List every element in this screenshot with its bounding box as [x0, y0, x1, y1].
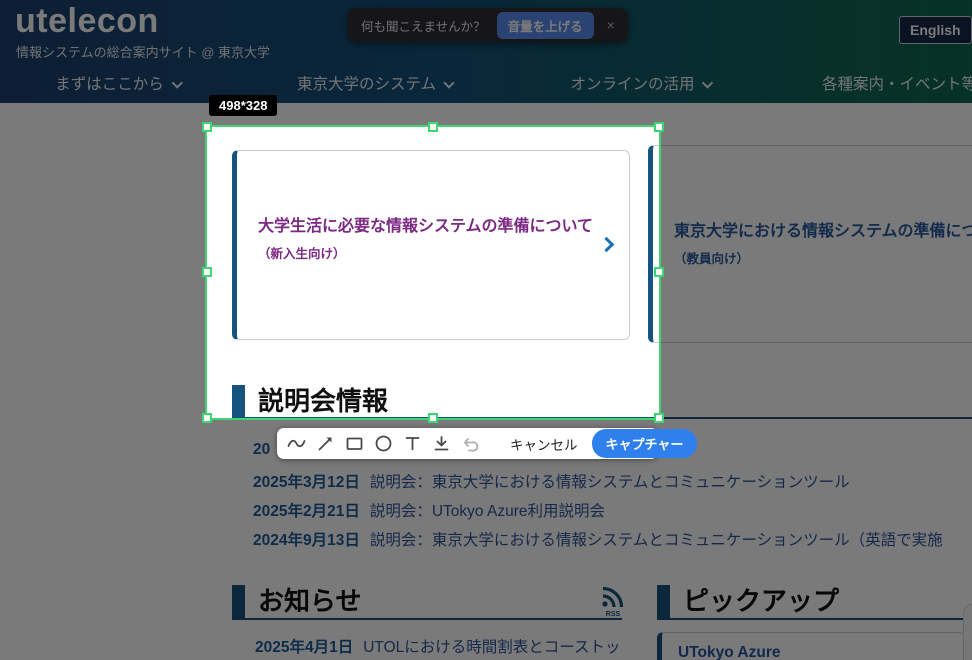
pickup-heading: ピックアップ — [683, 581, 839, 618]
session-link: 説明会：東京大学における情報システムとコミュニケーションツール — [370, 474, 850, 491]
nav-item-label: 東京大学のシステム — [297, 76, 436, 93]
chevron-down-icon — [702, 77, 713, 88]
rss-icon[interactable]: RSS — [600, 586, 626, 618]
heading-accent-bar — [657, 585, 670, 618]
session-list-item[interactable]: 2024年9月13日説明会：東京大学における情報システムとコミュニケーションツー… — [253, 528, 943, 550]
card-faculty[interactable]: 東京大学における情報システムの準備について （教員向け） — [648, 145, 972, 343]
pickup-card-utokyo-azure[interactable]: UTokyo Azure — [657, 632, 965, 660]
card-audience-label: （教員向け） — [674, 252, 749, 266]
nav-item-first-steps[interactable]: まずはここから — [55, 72, 181, 94]
rectangle-icon[interactable] — [345, 434, 364, 453]
selection-handle-top-right[interactable] — [654, 122, 664, 132]
card-title-text: 東京大学における情報システムの準備について — [674, 223, 972, 240]
session-list-item[interactable]: 2025年2月21日説明会：UTokyo Azure利用説明会 — [253, 499, 605, 521]
arrow-icon[interactable] — [316, 434, 335, 453]
capture-confirm-button[interactable]: キャプチャー — [592, 429, 698, 458]
language-toggle-button[interactable]: English — [899, 16, 972, 44]
session-link: 説明会：UTokyo Azure利用説明会 — [370, 503, 605, 520]
announcement-link: UTOLにおける時間割表とコーストッ — [363, 639, 620, 656]
nav-item-online-usage[interactable]: オンラインの活用 — [570, 72, 711, 94]
card-title: 東京大学における情報システムの準備について （教員向け） — [674, 218, 972, 272]
selection-handle-bottom-right[interactable] — [654, 413, 664, 423]
session-date: 2025年2月21日 — [253, 503, 360, 520]
announcements-heading: お知らせ — [258, 581, 361, 618]
announcement-list-item[interactable]: 2025年4月1日 UTOLにおける時間割表とコーストッ — [255, 635, 621, 657]
session-link: 説明会：東京大学における情報システムとコミュニケーションツール（英語で実施 — [370, 532, 943, 549]
toast-message: 何も聞こえませんか？ — [361, 16, 486, 35]
capture-toolbar: キャンセル キャプチャー — [277, 428, 658, 459]
selection-handle-bottom-middle[interactable] — [428, 413, 438, 423]
site-logo[interactable]: utelecon — [15, 2, 159, 41]
capture-selection-region[interactable] — [205, 125, 661, 420]
text-tool-icon[interactable] — [403, 434, 422, 453]
selection-size-label: 498*328 — [209, 95, 277, 116]
nav-item-label: オンラインの活用 — [570, 76, 694, 93]
undo-icon[interactable] — [461, 434, 480, 453]
ellipse-icon[interactable] — [374, 434, 393, 453]
selection-handle-top-middle[interactable] — [428, 122, 438, 132]
volume-notification-toast: 何も聞こえませんか？ 音量を上げる × — [348, 8, 628, 42]
announcements-heading-underline — [232, 618, 622, 620]
cancel-button[interactable]: キャンセル — [506, 434, 582, 454]
screen: utelecon 情報システムの総合案内サイト @ 東京大学 English ま… — [0, 0, 972, 660]
turn-up-volume-button[interactable]: 音量を上げる — [497, 12, 594, 39]
selection-handle-middle-right[interactable] — [654, 267, 664, 277]
chevron-down-icon — [443, 77, 454, 88]
session-date: 2025年3月12日 — [253, 474, 360, 491]
heading-accent-bar — [232, 585, 245, 618]
selection-handle-bottom-left[interactable] — [202, 413, 212, 423]
close-icon[interactable]: × — [607, 17, 615, 33]
pickup-heading-underline — [657, 618, 964, 620]
clipped-floating-widget[interactable] — [963, 604, 972, 660]
nav-item-label: 各種案内・イベント等 — [822, 76, 972, 93]
download-icon[interactable] — [432, 434, 451, 453]
nav-item-label: まずはここから — [55, 76, 164, 93]
session-list-item[interactable]: 2025年3月12日説明会：東京大学における情報システムとコミュニケーションツー… — [253, 470, 850, 492]
selection-handle-middle-left[interactable] — [202, 267, 212, 277]
rss-label: RSS — [600, 611, 626, 618]
chevron-down-icon — [171, 77, 182, 88]
nav-item-guides-events[interactable]: 各種案内・イベント等 — [822, 72, 972, 94]
freehand-draw-icon[interactable] — [287, 434, 306, 453]
site-tagline: 情報システムの総合案内サイト @ 東京大学 — [16, 42, 270, 61]
session-date: 2024年9月13日 — [253, 532, 360, 549]
announcement-date: 2025年4月1日 — [255, 639, 353, 656]
pickup-card-title: UTokyo Azure — [678, 644, 780, 660]
nav-item-utokyo-systems[interactable]: 東京大学のシステム — [297, 72, 453, 94]
session-date: 20 — [253, 441, 270, 458]
selection-handle-top-left[interactable] — [202, 122, 212, 132]
